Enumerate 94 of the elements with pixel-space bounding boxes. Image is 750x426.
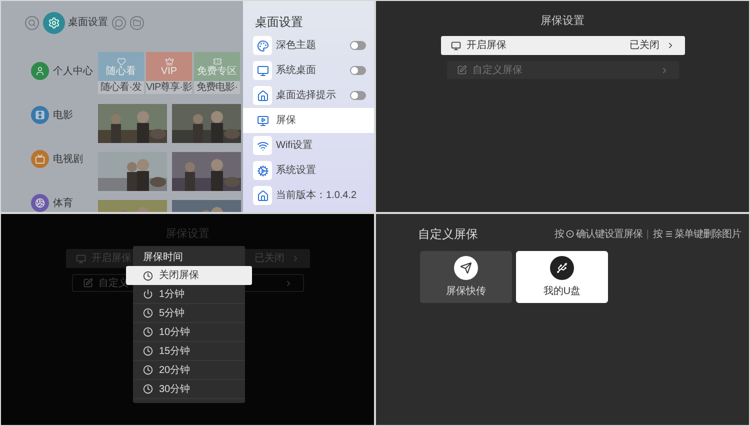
item-label: 深色主题 — [276, 38, 317, 53]
search-button[interactable] — [25, 16, 39, 30]
option-label: 5分钟 — [159, 306, 185, 320]
nav-item[interactable]: 电影 — [53, 108, 73, 122]
ticket-icon — [212, 56, 222, 66]
send-icon — [454, 256, 478, 280]
panel-title: 桌面设置 — [254, 14, 304, 31]
nav-item[interactable]: 体育 — [53, 196, 73, 210]
message-icon — [115, 18, 123, 26]
settings-item[interactable]: 当前版本：1.0.4.2 — [243, 183, 374, 208]
message-button[interactable] — [112, 16, 126, 30]
menu-row[interactable]: 开启屏保 已关闭 — [440, 36, 684, 55]
tile-caption: 随心看·发 — [98, 81, 144, 94]
settings-item[interactable]: 屏保 — [243, 108, 374, 133]
time-option[interactable]: 5分钟 — [133, 304, 245, 323]
menu-key-icon — [664, 230, 672, 238]
item-label: Wifi设置 — [276, 138, 314, 153]
time-option[interactable]: 15分钟 — [133, 342, 245, 361]
nav-item[interactable]: 电视剧 — [53, 152, 83, 166]
home-icon — [253, 86, 272, 105]
theme-icon — [253, 36, 272, 55]
settings-item[interactable]: 系统设置 — [243, 158, 374, 183]
tile-title: 随心看 — [106, 66, 136, 76]
wifi-icon — [253, 136, 272, 155]
item-label: 屏保 — [276, 114, 297, 128]
toggle-switch[interactable] — [350, 66, 366, 75]
clock-icon — [143, 365, 153, 375]
hint-text: 确认键设置屏保 — [576, 228, 642, 242]
settings-item[interactable]: 桌面选择提示 — [243, 83, 374, 108]
clock-icon — [143, 308, 153, 318]
time-option[interactable]: 关闭屏保 — [126, 266, 252, 285]
row-value: 已关闭 — [630, 38, 660, 53]
time-option[interactable]: 10分钟 — [133, 323, 245, 342]
time-option[interactable]: 20分钟 — [133, 361, 245, 380]
home-icon — [253, 186, 272, 205]
nav-item[interactable]: 个人中心 — [53, 64, 93, 78]
shortcut-tile[interactable]: 随心看 随心看·发 — [98, 52, 144, 94]
gear-icon — [253, 161, 272, 180]
item-label: 系统桌面 — [276, 64, 317, 78]
edit-icon — [456, 65, 466, 75]
option-label: 关闭屏保 — [159, 268, 199, 283]
usb-icon — [550, 256, 574, 280]
monitor-icon — [76, 254, 86, 264]
tile-title: VIP — [160, 66, 178, 76]
monitor-icon — [450, 40, 460, 50]
page-title: 屏保设置 — [540, 14, 584, 29]
separator: | — [645, 228, 650, 242]
row-label: 自定义屏保 — [472, 64, 524, 78]
heart-icon — [116, 56, 126, 66]
card-label: 屏保快传 — [446, 284, 486, 298]
tile-title: 免费专区 — [197, 66, 237, 76]
dialog-title: 屏保时间 — [142, 250, 184, 265]
shortcut-tile[interactable]: VIP VIP尊享·影 — [146, 52, 192, 94]
tile-caption: VIP尊享·影 — [146, 81, 192, 94]
settings-button[interactable] — [43, 12, 65, 34]
time-option[interactable]: 30分钟 — [133, 380, 245, 399]
item-label: 桌面选择提示 — [276, 88, 337, 103]
time-option[interactable]: 1分钟 — [133, 285, 245, 304]
clock-icon — [143, 346, 153, 356]
tile-caption: 免费电影· — [194, 81, 240, 94]
settings-item[interactable]: Wifi设置 — [243, 133, 374, 158]
option-label: 1分钟 — [159, 288, 185, 302]
shortcut-tile[interactable]: 免费专区 免费电影· — [194, 52, 240, 94]
option-label: 15分钟 — [159, 344, 190, 358]
clock-icon — [143, 327, 153, 337]
desktop-icon — [253, 61, 272, 80]
row-label: 开启屏保 — [466, 38, 508, 53]
hint-text: 菜单键删除图片 — [674, 228, 741, 242]
settings-item[interactable]: 系统桌面 — [243, 58, 374, 83]
source-card[interactable]: 屏保快传 — [420, 251, 512, 303]
page-title: 自定义屏保 — [418, 226, 478, 243]
option-label: 30分钟 — [159, 382, 190, 396]
item-label: 系统设置 — [276, 164, 317, 178]
option-label: 10分钟 — [159, 326, 190, 340]
toggle-switch[interactable] — [350, 91, 366, 100]
hint-text: 按 — [554, 228, 564, 242]
folder-icon — [133, 18, 141, 26]
search-icon — [28, 18, 36, 26]
top-bar-label: 桌面设置 — [68, 16, 108, 30]
clock-icon — [143, 270, 153, 280]
toggle-switch[interactable] — [350, 41, 366, 50]
clock-icon — [143, 384, 153, 394]
hint-text: 按 — [653, 228, 662, 242]
crown-icon — [164, 56, 174, 66]
edit-icon — [82, 278, 92, 288]
gear-icon — [48, 16, 60, 28]
card-label: 我的U盘 — [543, 284, 581, 298]
power-icon — [143, 289, 153, 299]
source-card[interactable]: 我的U盘 — [516, 251, 608, 303]
item-label: 当前版本：1.0.4.2 — [276, 188, 358, 203]
settings-item[interactable]: 深色主题 — [243, 33, 374, 58]
folder-button[interactable] — [130, 16, 144, 30]
option-label: 20分钟 — [159, 364, 190, 378]
ok-key-icon — [566, 230, 574, 238]
